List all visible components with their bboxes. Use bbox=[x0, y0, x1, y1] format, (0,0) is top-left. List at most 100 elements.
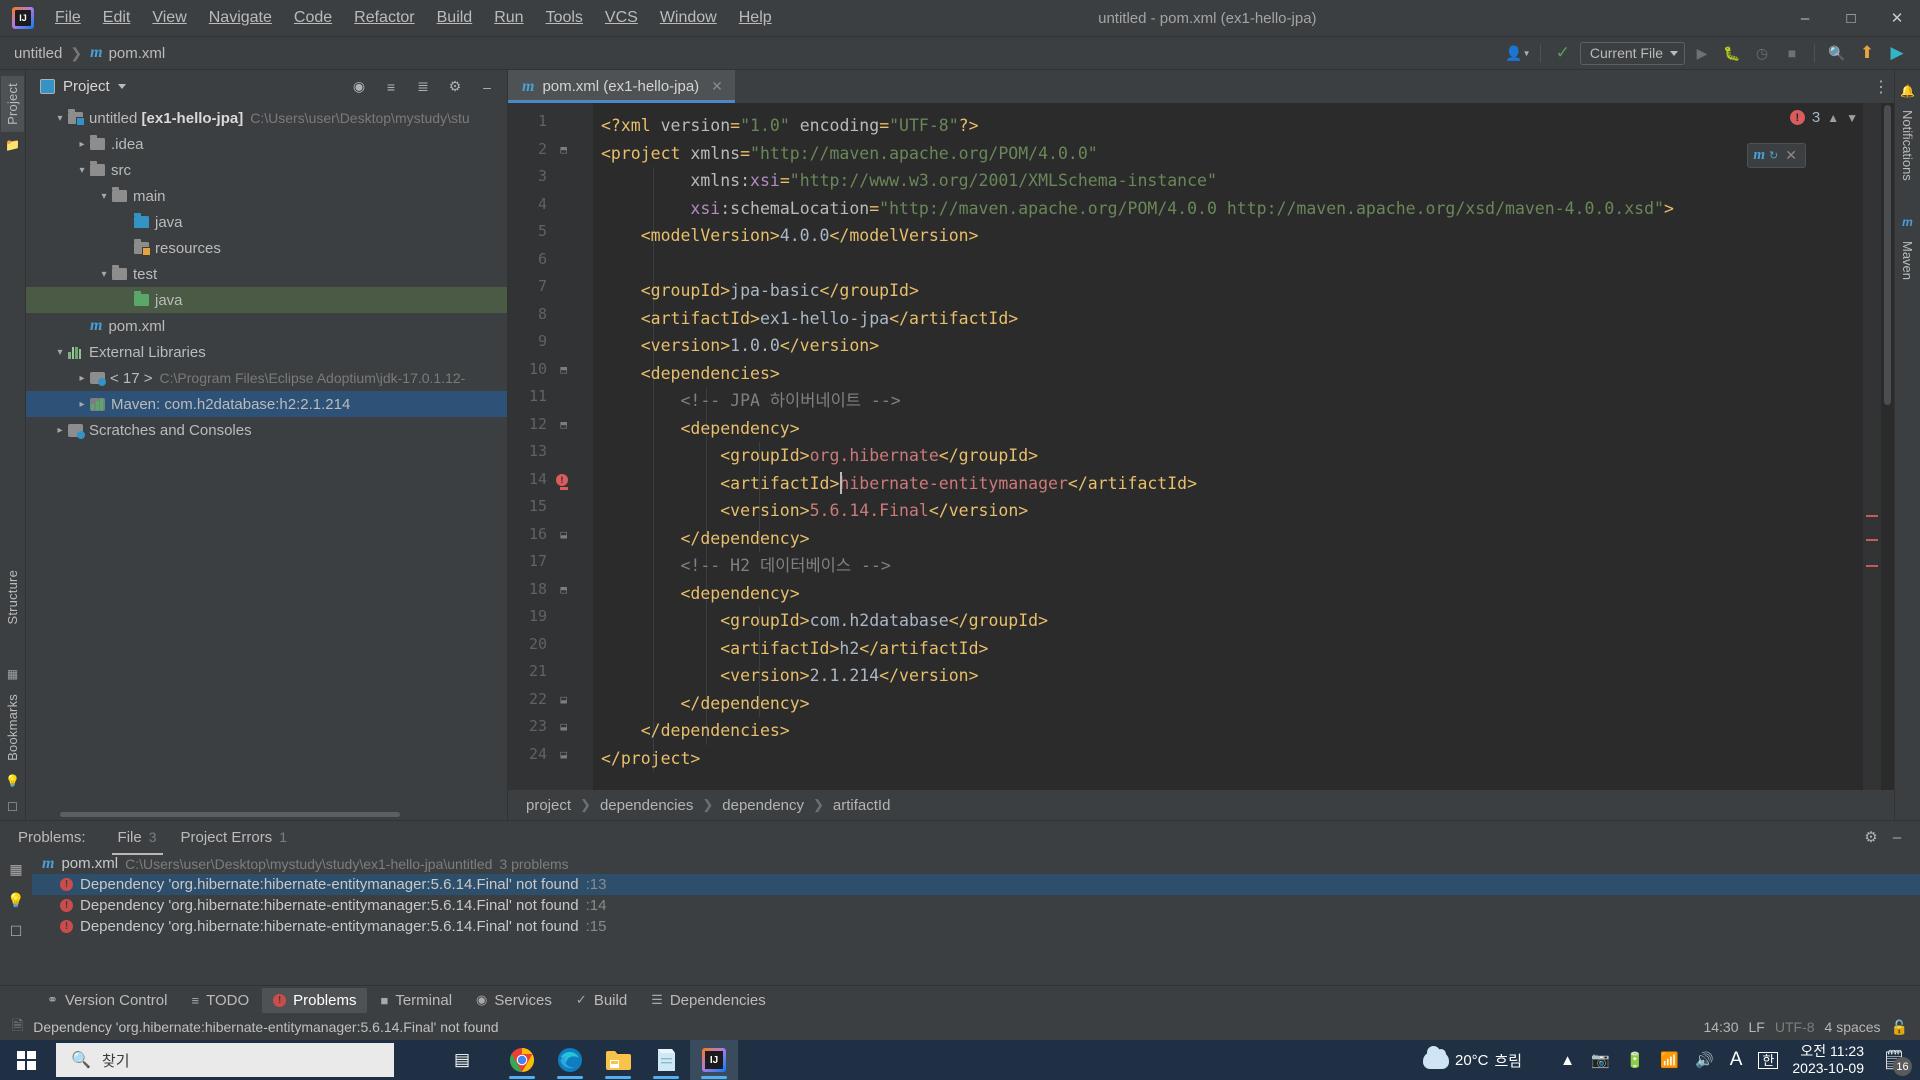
code-line[interactable]: <groupId>jpa-basic</groupId> bbox=[601, 277, 919, 305]
problem-row[interactable]: Dependency 'org.hibernate:hibernate-enti… bbox=[32, 895, 1920, 916]
breadcrumb-dependency-tag[interactable]: dependency bbox=[722, 797, 804, 814]
line-number[interactable]: 15 bbox=[517, 497, 547, 515]
sidebar-item-structure[interactable]: Structure bbox=[1, 563, 24, 632]
run-coverage-icon[interactable]: ◷ bbox=[1749, 41, 1775, 65]
tree-node-pom-xml[interactable]: m pom.xml bbox=[26, 313, 507, 339]
chevron-right-icon[interactable]: ▸ bbox=[74, 373, 90, 384]
tool-window-problems[interactable]: Problems bbox=[262, 988, 367, 1013]
tool-window-dependencies[interactable]: ☰ Dependencies bbox=[640, 988, 777, 1013]
line-number[interactable]: 24 bbox=[517, 745, 547, 763]
code-line[interactable]: <!-- JPA 하이버네이트 --> bbox=[601, 387, 901, 415]
maven-icon[interactable]: m bbox=[1902, 215, 1913, 229]
inspection-widget[interactable]: 3 ▲ ▼ bbox=[1790, 109, 1858, 126]
code-line[interactable]: <modelVersion>4.0.0</modelVersion> bbox=[601, 222, 979, 250]
wifi-icon[interactable]: 📶 bbox=[1652, 1040, 1687, 1080]
hide-panel-icon[interactable]: – bbox=[475, 75, 499, 99]
minimize-icon[interactable]: – bbox=[1782, 0, 1828, 37]
caret-position[interactable]: 14:30 bbox=[1703, 1019, 1738, 1035]
notification-icon[interactable]: 🗒 16 bbox=[1874, 1040, 1914, 1080]
code-line[interactable]: <groupId>org.hibernate</groupId> bbox=[601, 442, 1038, 470]
task-view-icon[interactable]: ▤ bbox=[438, 1040, 486, 1080]
editor-tab-pom-xml[interactable]: m pom.xml (ex1-hello-jpa) ✕ bbox=[508, 70, 735, 103]
project-horizontal-scrollbar[interactable] bbox=[26, 808, 507, 820]
line-number[interactable]: 11 bbox=[517, 387, 547, 405]
tree-node-scratches-and-consoles[interactable]: ▸ Scratches and Consoles bbox=[26, 417, 507, 443]
refresh-icon[interactable]: ↻ bbox=[1769, 149, 1778, 162]
breadcrumb-file[interactable]: pom.xml bbox=[109, 45, 166, 62]
project-tree[interactable]: ▾ untitled [ex1-hello-jpa] C:\Users\user\D… bbox=[26, 103, 507, 808]
editor-gutter[interactable]: 12⬒345678910⬒1112⬒13141516⬓1718⬒19202122… bbox=[508, 103, 593, 790]
scrollbar-thumb[interactable] bbox=[1884, 105, 1891, 405]
error-marker[interactable] bbox=[1866, 539, 1878, 541]
editor-vertical-scrollbar[interactable] bbox=[1881, 103, 1894, 790]
run-icon[interactable]: ▶ bbox=[1689, 41, 1715, 65]
menu-code[interactable]: Code bbox=[283, 5, 343, 31]
chevron-down-icon[interactable]: ▼ bbox=[1846, 111, 1858, 125]
tool-window-build[interactable]: ✓ Build bbox=[565, 988, 638, 1013]
error-stripe-marker-bar[interactable] bbox=[1863, 103, 1881, 790]
line-separator[interactable]: LF bbox=[1749, 1019, 1765, 1035]
line-number[interactable]: 4 bbox=[517, 195, 547, 213]
code-line[interactable]: <project xmlns="http://maven.apache.org/… bbox=[601, 140, 1098, 168]
sidebar-item-project[interactable]: Project bbox=[1, 76, 24, 132]
tree-node-src[interactable]: ▾ src bbox=[26, 157, 507, 183]
fold-collapse-icon[interactable]: ⬓ bbox=[560, 720, 567, 733]
menu-help[interactable]: Help bbox=[728, 5, 783, 31]
code-content[interactable]: <?xml version="1.0" encoding="UTF-8"?> <p… bbox=[593, 103, 1863, 790]
code-line[interactable]: <dependency> bbox=[601, 415, 800, 443]
tree-node-java[interactable]: java bbox=[26, 209, 507, 235]
tree-node-maven-com-h2database-h2-2-1-214[interactable]: ▸ Maven: com.h2database:h2:2.1.214 bbox=[26, 391, 507, 417]
menu-run[interactable]: Run bbox=[483, 5, 534, 31]
chevron-right-icon[interactable]: ▸ bbox=[74, 399, 90, 410]
line-number[interactable]: 5 bbox=[517, 222, 547, 240]
fold-collapse-icon[interactable]: ⬓ bbox=[560, 528, 567, 541]
sidebar-item-maven[interactable]: Maven bbox=[1896, 235, 1919, 286]
fold-expand-icon[interactable]: ⬒ bbox=[560, 143, 567, 156]
problems-file-row[interactable]: m pom.xml C:\Users\user\Desktop\mystudy\… bbox=[32, 853, 1920, 874]
line-number[interactable]: 10 bbox=[517, 360, 547, 378]
line-number[interactable]: 14 bbox=[517, 470, 547, 488]
stop-icon[interactable]: ■ bbox=[1779, 41, 1805, 65]
hammer-build-icon[interactable]: ✓ bbox=[1550, 41, 1576, 65]
chevron-down-icon[interactable]: ▾ bbox=[52, 347, 68, 358]
menu-tools[interactable]: Tools bbox=[535, 5, 594, 31]
tree-node-main[interactable]: ▾ main bbox=[26, 183, 507, 209]
close-icon[interactable]: ✕ bbox=[711, 78, 723, 95]
code-line[interactable]: </dependency> bbox=[601, 525, 810, 553]
code-line[interactable]: <!-- H2 데이터베이스 --> bbox=[601, 552, 891, 580]
chevron-right-icon[interactable]: ▸ bbox=[52, 425, 68, 436]
code-line[interactable]: </dependency> bbox=[601, 690, 810, 718]
tree-node-17[interactable]: ▸ < 17 > C:\Program Files\Eclipse Adoptium… bbox=[26, 365, 507, 391]
show-hidden-icons-chevron[interactable]: ▲ bbox=[1552, 1040, 1583, 1080]
menu-window[interactable]: Window bbox=[649, 5, 728, 31]
code-line[interactable]: <dependencies> bbox=[601, 360, 780, 388]
breadcrumb-project[interactable]: untitled bbox=[14, 45, 62, 62]
line-number[interactable]: 9 bbox=[517, 332, 547, 350]
code-line[interactable]: <groupId>com.h2database</groupId> bbox=[601, 607, 1048, 635]
menu-edit[interactable]: Edit bbox=[92, 5, 142, 31]
line-number[interactable]: 17 bbox=[517, 552, 547, 570]
ide-services-icon[interactable]: ▶ bbox=[1884, 41, 1910, 65]
line-number[interactable]: 7 bbox=[517, 277, 547, 295]
line-number[interactable]: 2 bbox=[517, 140, 547, 158]
fold-expand-icon[interactable]: ⬒ bbox=[560, 583, 567, 596]
line-number[interactable]: 1 bbox=[517, 112, 547, 130]
menu-file[interactable]: File bbox=[44, 5, 92, 31]
account-icon[interactable]: 👤 ▼ bbox=[1505, 41, 1531, 65]
tree-node-idea[interactable]: ▸ .idea bbox=[26, 131, 507, 157]
tree-node-java[interactable]: java bbox=[26, 287, 507, 313]
tool-window-version-control[interactable]: ⚭ Version Control bbox=[36, 988, 178, 1013]
notifications-bell-icon[interactable]: 🔔 bbox=[1900, 84, 1915, 98]
menu-refactor[interactable]: Refactor bbox=[343, 5, 425, 31]
line-number[interactable]: 8 bbox=[517, 305, 547, 323]
settings-gear-icon[interactable]: ⚙ bbox=[443, 75, 467, 99]
code-line[interactable]: </dependencies> bbox=[601, 717, 790, 745]
maximize-icon[interactable]: □ bbox=[1828, 0, 1874, 37]
tab-file[interactable]: File 3 bbox=[106, 824, 169, 851]
ime-korean-icon[interactable]: 한 bbox=[1750, 1040, 1786, 1080]
debug-icon[interactable]: 🐛 bbox=[1719, 41, 1745, 65]
line-number[interactable]: 23 bbox=[517, 717, 547, 735]
settings-gear-icon[interactable]: ⚙ bbox=[1858, 825, 1884, 849]
breadcrumb-project-tag[interactable]: project bbox=[526, 797, 571, 814]
chrome-icon[interactable] bbox=[498, 1040, 546, 1080]
